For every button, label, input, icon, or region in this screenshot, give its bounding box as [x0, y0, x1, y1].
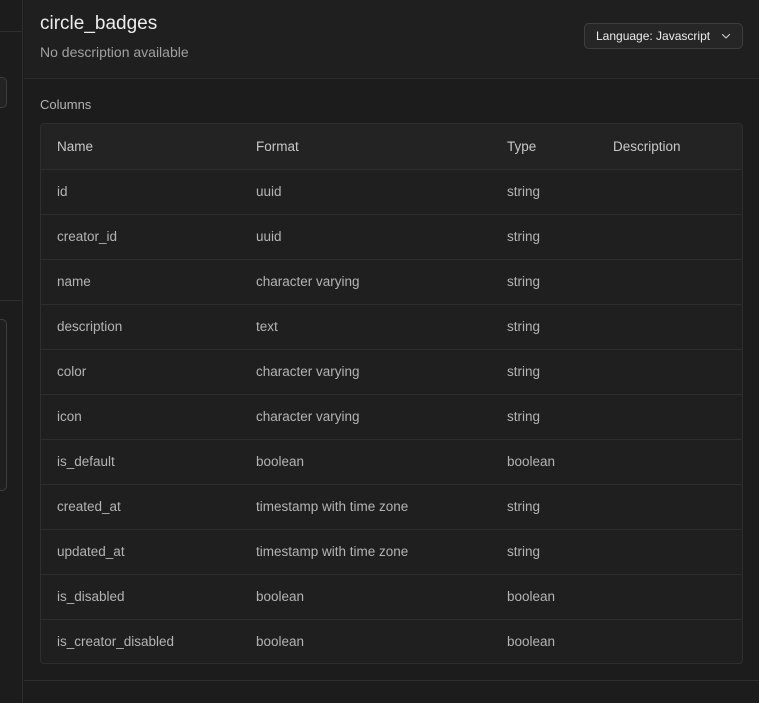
cell-name: created_at	[41, 484, 240, 530]
table-row: name character varying string	[41, 259, 742, 305]
main-content: circle_badges No description available L…	[24, 0, 759, 703]
cell-name: id	[41, 169, 240, 215]
table-row: icon character varying string	[41, 394, 742, 440]
cell-description	[597, 529, 742, 575]
columns-section-label: Columns	[40, 97, 92, 112]
cell-format: uuid	[240, 214, 491, 260]
cell-format: boolean	[240, 439, 491, 485]
column-header-format: Format	[240, 124, 491, 170]
cell-description	[597, 394, 742, 440]
cell-type: string	[491, 484, 597, 530]
cell-description	[597, 214, 742, 260]
cell-name: is_disabled	[41, 574, 240, 620]
cell-type: boolean	[491, 574, 597, 620]
table-row: color character varying string	[41, 349, 742, 395]
cell-type: string	[491, 394, 597, 440]
chevron-down-icon	[721, 33, 731, 39]
sidebar-search-box[interactable]	[0, 77, 7, 108]
cell-format: character varying	[240, 394, 491, 440]
table-row: id uuid string	[41, 169, 742, 215]
column-header-type: Type	[491, 124, 597, 170]
sidebar-divider	[0, 31, 23, 32]
cell-format: uuid	[240, 169, 491, 215]
cell-format: boolean	[256, 634, 305, 650]
cell-type: boolean	[507, 634, 556, 650]
page-title: circle_badges	[40, 13, 158, 34]
cell-type: string	[491, 259, 597, 305]
table-row: created_at timestamp with time zone string	[41, 484, 742, 530]
cell-description	[597, 304, 742, 350]
cell-format: character varying	[240, 259, 491, 305]
language-select-button[interactable]: Language: Javascript	[584, 23, 743, 49]
cell-type: string	[491, 304, 597, 350]
footer-divider	[24, 680, 759, 681]
table-row: description text string	[41, 304, 742, 350]
left-sidebar	[0, 0, 23, 703]
cell-format: timestamp with time zone	[240, 529, 491, 575]
cell-description	[597, 574, 742, 620]
cell-name: name	[41, 259, 240, 305]
cell-name: creator_id	[41, 214, 240, 260]
language-select-label: Language: Javascript	[596, 29, 711, 43]
cell-format: character varying	[240, 349, 491, 395]
cell-description	[597, 484, 742, 530]
cell-type: string	[491, 169, 597, 215]
sidebar-panel	[0, 319, 7, 491]
cell-type: string	[491, 214, 597, 260]
cell-type: string	[491, 349, 597, 395]
table-row: is_default boolean boolean	[41, 439, 742, 485]
cell-description	[597, 169, 742, 215]
column-header-description: Description	[597, 124, 742, 170]
cell-format: timestamp with time zone	[240, 484, 491, 530]
cell-type: string	[491, 529, 597, 575]
cell-description	[597, 349, 742, 395]
table-row: is_creator_disabled boolean boolean	[41, 619, 742, 663]
cell-description	[597, 259, 742, 305]
table-row: updated_at timestamp with time zone string	[41, 529, 742, 575]
cell-name: is_creator_disabled	[57, 634, 175, 650]
page-header: circle_badges No description available L…	[24, 0, 759, 79]
cell-name: color	[41, 349, 240, 395]
table-header-row: Name Format Type Description	[41, 124, 742, 170]
cell-name: description	[41, 304, 240, 350]
cell-description	[597, 439, 742, 485]
cell-name: is_default	[41, 439, 240, 485]
cell-format: boolean	[240, 574, 491, 620]
cell-format: text	[240, 304, 491, 350]
cell-description	[597, 619, 742, 663]
table-row: creator_id uuid string	[41, 214, 742, 260]
columns-table: Name Format Type Description id uuid strin…	[40, 123, 743, 664]
cell-type: boolean	[491, 439, 597, 485]
cell-name: updated_at	[41, 529, 240, 575]
page-description: No description available	[40, 44, 189, 60]
column-header-name: Name	[41, 124, 240, 170]
sidebar-divider	[0, 300, 23, 301]
cell-name: icon	[41, 394, 240, 440]
table-row: is_disabled boolean boolean	[41, 574, 742, 620]
